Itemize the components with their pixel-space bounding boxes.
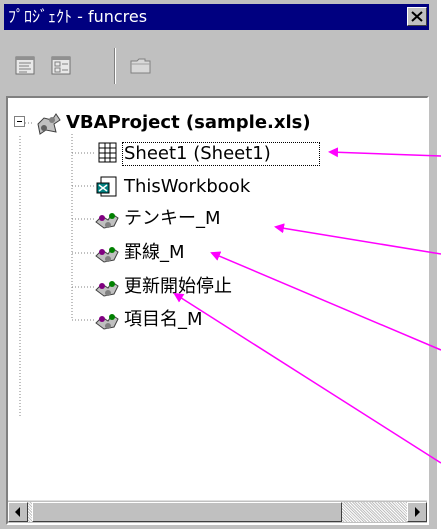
scroll-left-button[interactable] (8, 502, 28, 522)
collapse-minus-icon[interactable] (14, 116, 26, 128)
tree-item-update-module[interactable]: 更新開始停止 (124, 276, 232, 298)
module-icon (95, 213, 119, 229)
scrollbar-thumb[interactable] (32, 502, 342, 522)
view-object-button[interactable] (46, 52, 76, 80)
project-tree[interactable]: VBAProject (sample.xls) Sheet1 (Sheet1) … (6, 96, 429, 525)
arrow-left-icon (15, 507, 20, 517)
tree-item-thisworkbook[interactable]: ThisWorkbook (124, 176, 250, 198)
close-button[interactable] (407, 7, 427, 26)
module-icon (95, 281, 119, 297)
horizontal-scrollbar[interactable] (8, 500, 427, 523)
tree-item-keisen-module[interactable]: 罫線_M (124, 242, 185, 264)
window-title: ﾌﾟﾛｼﾞｪｸﾄ - funcres (8, 7, 148, 26)
view-code-button[interactable] (10, 52, 40, 80)
worksheet-icon (98, 142, 117, 163)
toolbar-separator (114, 48, 116, 84)
selection-focus-rect (122, 142, 320, 166)
tree-item-koumoku-module[interactable]: 項目名_M (124, 309, 203, 331)
tree-item-tenkey-module[interactable]: テンキー_M (124, 208, 221, 230)
toggle-folders-button[interactable] (126, 52, 156, 80)
title-bar[interactable]: ﾌﾟﾛｼﾞｪｸﾄ - funcres (4, 4, 429, 30)
scroll-right-button[interactable] (407, 502, 427, 522)
tree-root-label[interactable]: VBAProject (sample.xls) (66, 112, 311, 134)
form-window-icon (51, 56, 71, 75)
project-explorer-window: ﾌﾟﾛｼﾞｪｸﾄ - funcres VBAProject (sample.xl… (0, 0, 437, 529)
vba-project-icon (37, 113, 61, 135)
workbook-icon (96, 176, 117, 197)
arrow-right-icon (415, 507, 420, 517)
module-icon (95, 314, 119, 330)
module-icon (95, 247, 119, 263)
close-x-icon (411, 11, 423, 22)
toolbar (4, 34, 429, 94)
folder-icon (130, 58, 151, 74)
code-window-icon (15, 56, 35, 75)
